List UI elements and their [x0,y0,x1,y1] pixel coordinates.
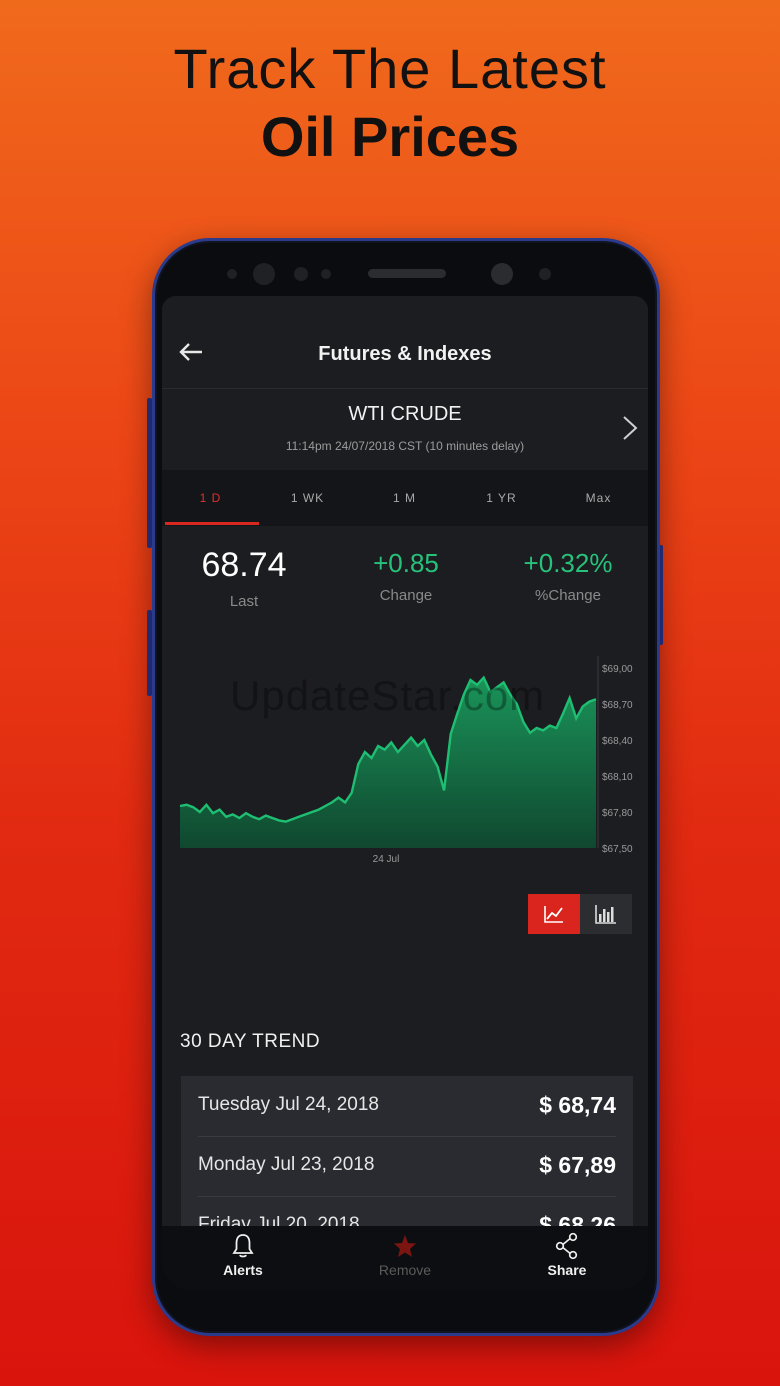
tab-1m[interactable]: 1 M [356,470,453,526]
share-icon [555,1232,578,1260]
headline-line-1: Track The Latest [173,37,607,100]
promo-headline: Track The Latest Oil Prices [0,36,780,172]
alerts-nav-button[interactable]: Alerts [162,1232,324,1278]
stat-pct-change: +0.32% %Change [506,546,630,604]
app-screen: Futures & Indexes WTI CRUDE 11:14pm 24/0… [162,296,648,1290]
list-item[interactable]: Tuesday Jul 24, 2018 $ 68,74 [181,1076,633,1136]
pct-change-label: %Change [535,587,601,604]
instrument-header: WTI CRUDE 11:14pm 24/07/2018 CST (10 min… [162,388,648,468]
page-title: Futures & Indexes [318,343,492,365]
bar-chart-toggle[interactable] [580,894,632,934]
trend-title: 30 DAY TREND [180,1031,321,1052]
app-bar: Futures & Indexes [162,296,648,386]
trend-price: $ 68,74 [539,1092,616,1118]
watermark-text: UpdateStar.com [230,672,546,719]
share-nav-button[interactable]: Share [486,1232,648,1278]
y-tick-label: $69,00 [602,664,633,675]
remove-nav-button[interactable]: Remove [324,1232,486,1278]
phone-sensor [227,269,237,279]
phone-sensor [253,263,275,285]
instrument-timestamp: 11:14pm 24/07/2018 CST (10 minutes delay… [285,439,525,453]
phone-sensor [321,269,331,279]
stat-last: 68.74 Last [182,546,306,610]
range-tabs: 1 D 1 WK 1 M 1 YR Max [162,470,648,526]
bottom-nav: Alerts Remove Share [162,1226,648,1290]
change-value: +0.85 [373,548,439,578]
trend-price: $ 68,26 [539,1212,616,1226]
tab-1yr[interactable]: 1 YR [453,470,550,526]
y-tick-label: $68,70 [602,700,633,711]
trend-date: Tuesday Jul 24, 2018 [198,1094,379,1115]
tab-1d[interactable]: 1 D [162,470,259,526]
y-tick-label: $67,50 [602,844,633,855]
instrument-name: WTI CRUDE [348,403,462,425]
share-label: Share [547,1262,587,1278]
line-chart-toggle[interactable] [528,894,580,934]
bar-chart-icon [595,905,616,924]
line-chart-icon [544,906,563,923]
trend-price: $ 67,89 [539,1152,616,1178]
y-tick-label: $68,40 [602,736,633,747]
list-item[interactable]: Monday Jul 23, 2018 $ 67,89 [181,1136,633,1196]
chevron-right-icon[interactable] [622,415,638,441]
phone-front-camera [491,263,513,285]
tab-max[interactable]: Max [550,470,647,526]
change-label: Change [379,587,433,604]
phone-sensor [294,267,308,281]
trend-list[interactable]: Tuesday Jul 24, 2018 $ 68,74 Monday Jul … [181,1076,633,1226]
y-tick-label: $68,10 [602,772,633,783]
headline-line-2: Oil Prices [260,105,520,168]
active-tab-indicator [165,522,259,525]
alerts-label: Alerts [223,1262,263,1278]
trend-date: Monday Jul 23, 2018 [198,1154,375,1175]
last-label: Last [229,593,259,610]
bell-icon [232,1234,254,1258]
trend-date: Friday Jul 20, 2018 [198,1214,360,1226]
tab-1wk[interactable]: 1 WK [259,470,356,526]
stat-change: +0.85 Change [344,546,468,604]
x-tick-label: 24 Jul [373,854,400,865]
phone-speaker [368,269,446,278]
list-item[interactable]: Friday Jul 20, 2018 $ 68,26 [181,1196,633,1226]
phone-sensor [539,268,551,280]
y-tick-label: $67,80 [602,808,633,819]
star-icon [394,1235,416,1257]
remove-label: Remove [378,1262,432,1278]
pct-change-value: +0.32% [523,548,613,578]
last-value: 68.74 [201,546,287,584]
